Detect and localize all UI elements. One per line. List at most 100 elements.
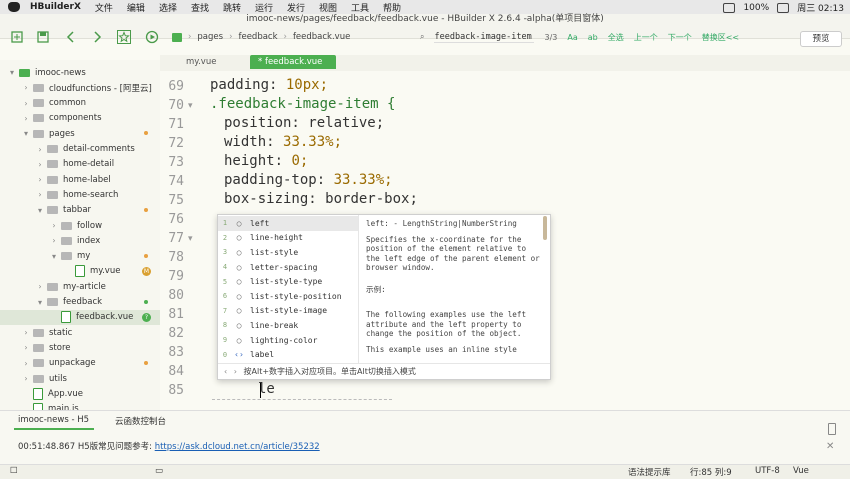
- sidebar-item[interactable]: › cloudfunctions - [阿里云]: [0, 80, 160, 95]
- autocomplete-item[interactable]: 1 ○ left: [218, 216, 358, 231]
- sidebar-item[interactable]: ▾ my: [0, 249, 160, 264]
- log-link[interactable]: https://ask.dcloud.net.cn/article/35232: [155, 442, 320, 452]
- menu-select[interactable]: 选择: [159, 1, 177, 14]
- find-prev-button[interactable]: 上一个: [634, 32, 658, 43]
- menu-goto[interactable]: 跳转: [223, 1, 241, 14]
- chevron-down-icon[interactable]: ▾: [36, 298, 44, 307]
- whole-word-toggle[interactable]: ab: [588, 33, 598, 42]
- sidebar-item[interactable]: › utils: [0, 371, 160, 386]
- account-icon[interactable]: ☐: [10, 466, 18, 476]
- menu-run[interactable]: 运行: [255, 1, 273, 14]
- chevron-down-icon[interactable]: ▾: [36, 206, 44, 215]
- sidebar-item[interactable]: ▾ imooc-news: [0, 65, 160, 80]
- encoding[interactable]: UTF-8: [755, 466, 780, 476]
- menu-find[interactable]: 查找: [191, 1, 209, 14]
- chevron-right-icon[interactable]: ›: [22, 359, 30, 368]
- chevron-right-icon[interactable]: ›: [36, 160, 44, 169]
- chevron-down-icon[interactable]: ▾: [8, 68, 16, 77]
- tab-feedback-vue[interactable]: * feedback.vue: [250, 55, 336, 69]
- app-name[interactable]: HBuilderX: [30, 2, 81, 12]
- sidebar-item[interactable]: ▾ feedback: [0, 295, 160, 310]
- code-line[interactable]: padding-top: 33.33%;padding-top: 33.33%;: [224, 172, 393, 188]
- star-icon[interactable]: [117, 30, 131, 44]
- sidebar-item[interactable]: › index: [0, 233, 160, 248]
- sidebar-item[interactable]: › static: [0, 325, 160, 340]
- autocomplete-item[interactable]: 6 ○ list-style-position: [218, 289, 358, 304]
- code-line[interactable]: height: 0;height: 0;: [224, 153, 308, 169]
- tab-cloud-console[interactable]: 云函数控制台: [115, 415, 166, 427]
- chevron-right-icon[interactable]: ›: [22, 83, 30, 92]
- chevron-down-icon[interactable]: ▾: [50, 252, 58, 261]
- sidebar-item[interactable]: main.js: [0, 402, 160, 410]
- clock[interactable]: 周三 02:13: [797, 1, 844, 14]
- save-icon[interactable]: [36, 30, 50, 44]
- sidebar-item[interactable]: ▾ pages: [0, 126, 160, 141]
- status-hint[interactable]: 语法提示库: [628, 466, 671, 478]
- preview-button[interactable]: 预览: [800, 31, 842, 47]
- menu-tools[interactable]: 工具: [351, 1, 369, 14]
- autocomplete-item[interactable]: 0 ‹› label: [218, 347, 358, 362]
- sidebar-item[interactable]: App.vue: [0, 386, 160, 401]
- chevron-right-icon[interactable]: ›: [22, 99, 30, 108]
- menu-help[interactable]: 帮助: [383, 1, 401, 14]
- doc-scrollbar[interactable]: [543, 216, 547, 240]
- panel-scroll-icon[interactable]: [828, 423, 836, 435]
- breadcrumb-item-file[interactable]: feedback.vue: [293, 32, 350, 42]
- find-next-button[interactable]: 下一个: [668, 32, 692, 43]
- chevron-right-icon[interactable]: ›: [22, 328, 30, 337]
- chevron-right-icon[interactable]: ›: [50, 221, 58, 230]
- wifi-icon[interactable]: [723, 2, 736, 13]
- code-line[interactable]: box-sizing: border-box;box-sizing: borde…: [224, 191, 418, 207]
- chevron-right-icon[interactable]: ›: [50, 236, 58, 245]
- new-file-icon[interactable]: [10, 30, 24, 44]
- menu-publish[interactable]: 发行: [287, 1, 305, 14]
- fold-icon[interactable]: ▾: [188, 101, 193, 111]
- sidebar-item[interactable]: › components: [0, 111, 160, 126]
- panel-close-icon[interactable]: ✕: [826, 441, 834, 452]
- breadcrumb-item-pages[interactable]: pages: [197, 32, 223, 42]
- sidebar-item[interactable]: › home-search: [0, 187, 160, 202]
- chevron-right-icon[interactable]: ›: [22, 374, 30, 383]
- sidebar-item[interactable]: › unpackage: [0, 356, 160, 371]
- fold-icon[interactable]: ▾: [188, 234, 193, 244]
- apple-icon[interactable]: [8, 2, 20, 12]
- cursor-position[interactable]: 行:85 列:9: [690, 466, 732, 478]
- code-line[interactable]: position: relative;position: relative;: [224, 115, 384, 131]
- menu-file[interactable]: 文件: [95, 1, 113, 14]
- replace-toggle-button[interactable]: 替换区<<: [702, 32, 739, 43]
- sidebar-item[interactable]: › my-article: [0, 279, 160, 294]
- chevron-right-icon[interactable]: ›: [22, 114, 30, 123]
- back-icon[interactable]: [64, 30, 78, 44]
- prev-icon[interactable]: ‹: [224, 367, 227, 376]
- autocomplete-item[interactable]: 4 ○ letter-spacing: [218, 260, 358, 275]
- select-all-button[interactable]: 全选: [608, 32, 624, 43]
- sidebar-item[interactable]: ▾ tabbar: [0, 203, 160, 218]
- sidebar-item[interactable]: › home-detail: [0, 157, 160, 172]
- sidebar-item[interactable]: feedback.vue?: [0, 309, 160, 325]
- chevron-right-icon[interactable]: ›: [36, 282, 44, 291]
- code-line[interactable]: width: 33.33%;width: 33.33%;: [224, 134, 342, 150]
- match-case-toggle[interactable]: Aa: [567, 33, 577, 42]
- sidebar-item[interactable]: › follow: [0, 218, 160, 233]
- code-line[interactable]: padding: 10px;padding: 10px;: [210, 77, 328, 93]
- chevron-right-icon[interactable]: ›: [22, 343, 30, 352]
- sidebar-item[interactable]: › common: [0, 96, 160, 111]
- autocomplete-item[interactable]: 8 ○ line-break: [218, 318, 358, 333]
- chevron-right-icon[interactable]: ›: [36, 190, 44, 199]
- autocomplete-item[interactable]: 5 ○ list-style-type: [218, 274, 358, 289]
- chevron-right-icon[interactable]: ›: [36, 145, 44, 154]
- forward-icon[interactable]: [90, 30, 104, 44]
- menu-view[interactable]: 视图: [319, 1, 337, 14]
- chevron-right-icon[interactable]: ›: [36, 175, 44, 184]
- autocomplete-item[interactable]: 2 ○ line-height: [218, 231, 358, 246]
- menu-edit[interactable]: 编辑: [127, 1, 145, 14]
- sidebar-item[interactable]: › detail-comments: [0, 142, 160, 157]
- code-line[interactable]: .feedback-image-item {.feedback-image-it…: [210, 96, 395, 112]
- next-icon[interactable]: ›: [234, 367, 237, 376]
- search-input[interactable]: feedback-image-item: [434, 32, 535, 43]
- breadcrumb-item-feedback[interactable]: feedback: [238, 32, 277, 42]
- autocomplete-item[interactable]: 7 ○ list-style-image: [218, 304, 358, 319]
- run-icon[interactable]: [145, 30, 159, 44]
- tab-my-vue[interactable]: my.vue: [178, 55, 224, 69]
- sidebar-item[interactable]: › store: [0, 340, 160, 355]
